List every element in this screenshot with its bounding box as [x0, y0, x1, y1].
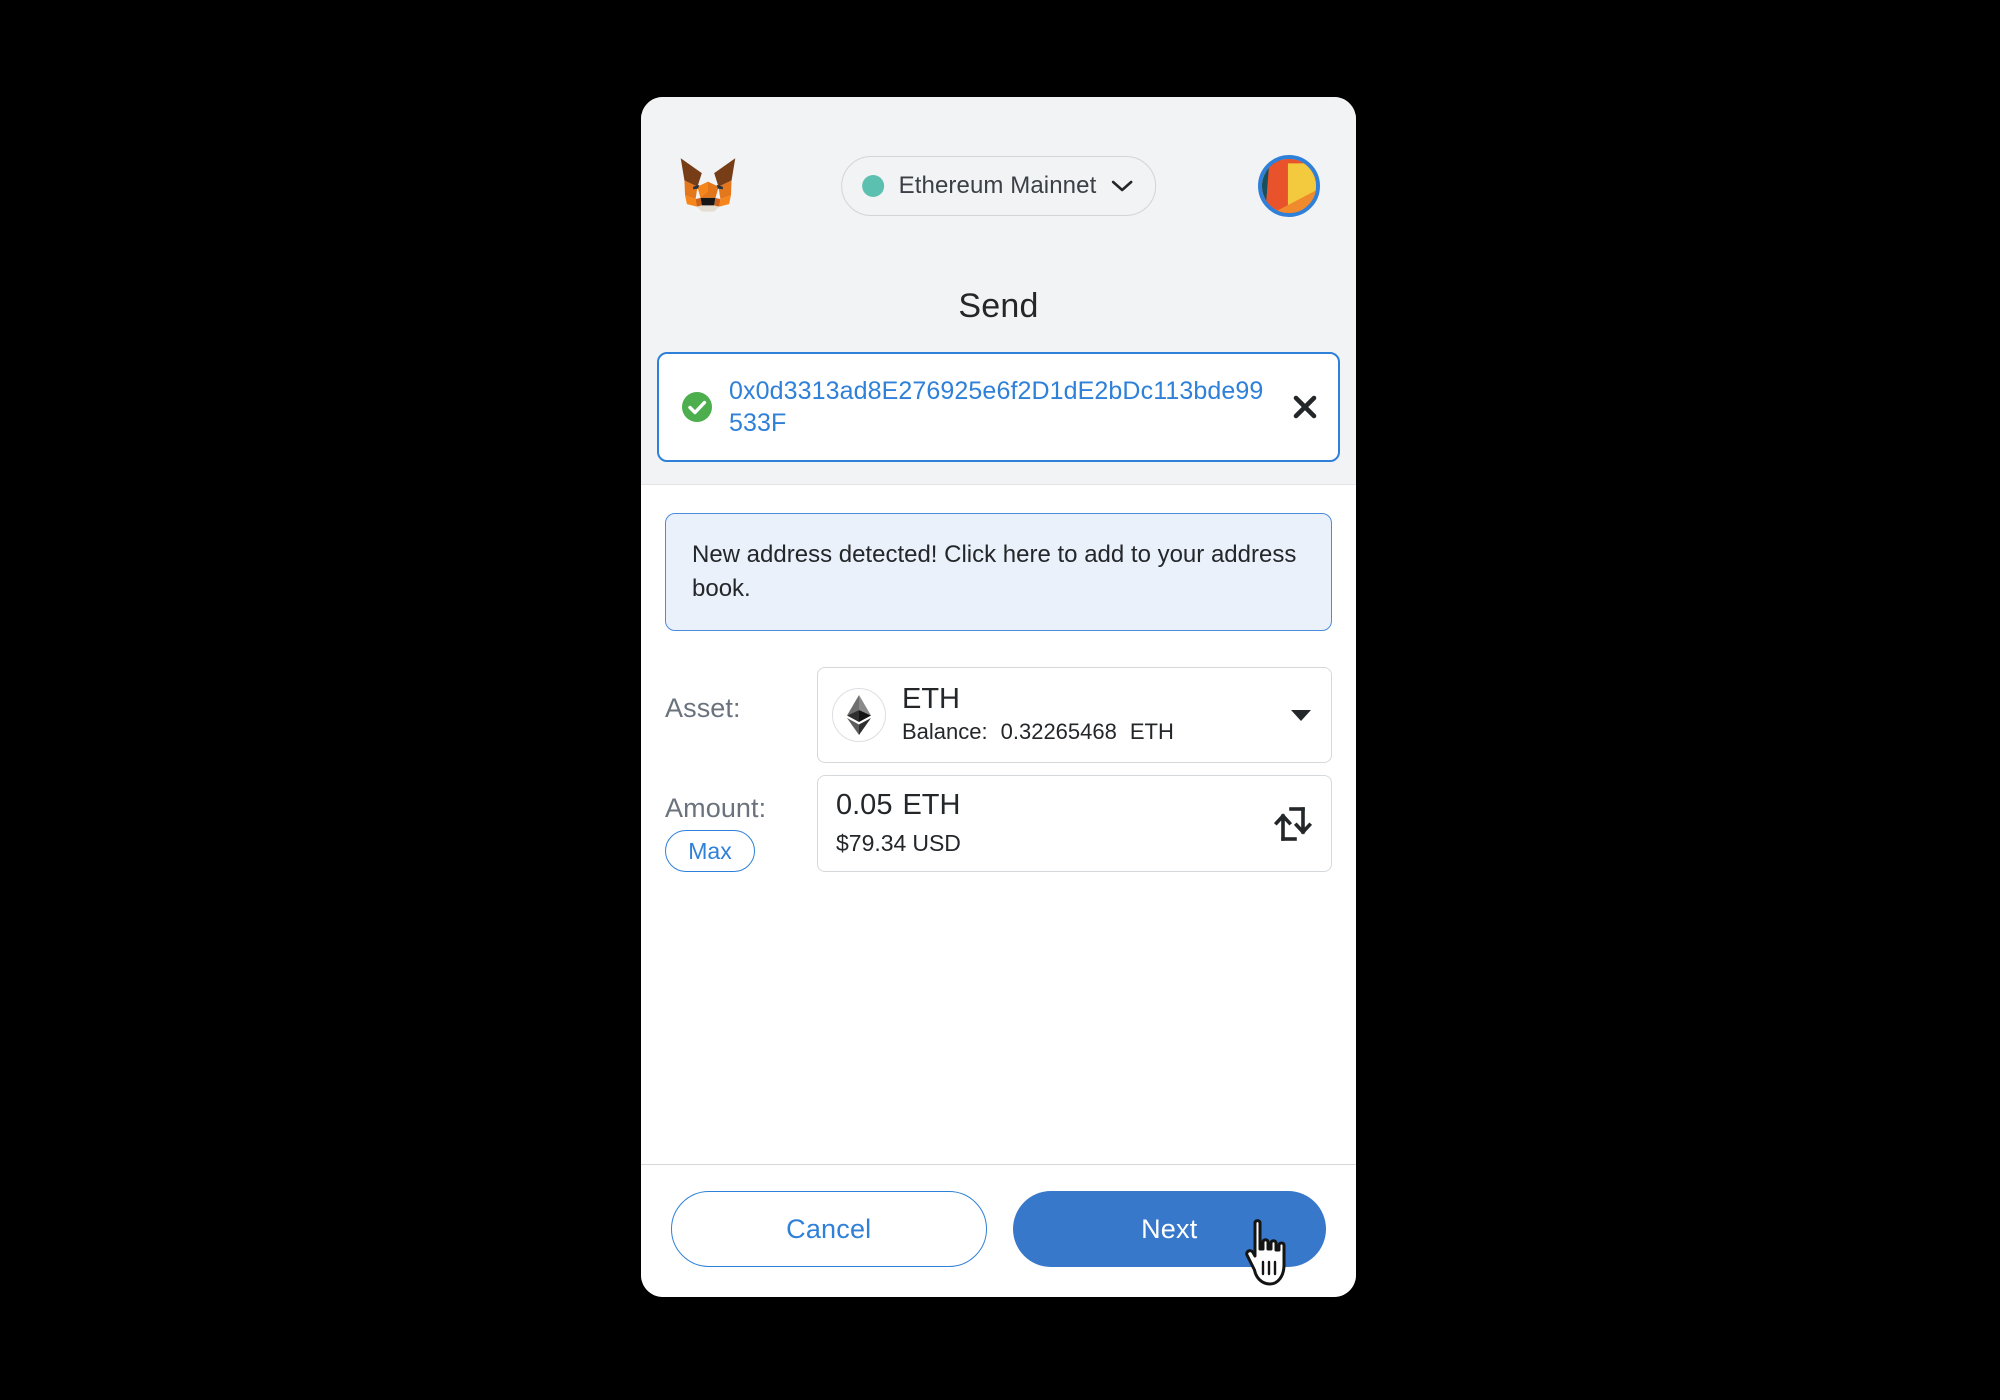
asset-label: Asset:	[665, 693, 741, 724]
amount-secondary-value: $79.34	[836, 829, 907, 856]
swap-currency-icon[interactable]	[1273, 806, 1313, 842]
max-amount-button[interactable]: Max	[665, 830, 755, 873]
amount-primary-unit: ETH	[902, 789, 961, 822]
send-title-section: Send 0x0d3313ad8E276925e6f2D1dE2bDc113bd…	[641, 275, 1356, 485]
green-check-circle-icon	[681, 391, 713, 423]
asset-row: Asset: ETH Balance: 0.32265468 ETH	[665, 667, 1332, 764]
page-title: Send	[958, 287, 1039, 325]
amount-row: Amount: Max 0.05 ETH $79.34 USD	[665, 775, 1332, 873]
network-name-label: Ethereum Mainnet	[898, 172, 1097, 199]
network-selector[interactable]: Ethereum Mainnet	[840, 156, 1157, 216]
asset-balance-label: Balance:	[902, 719, 988, 745]
amount-secondary-unit: USD	[912, 829, 961, 856]
metamask-popup-window: Ethereum Mainnet Send 0x0d3313ad8E276925…	[641, 97, 1356, 1297]
asset-balance-unit: ETH	[1129, 719, 1174, 745]
network-status-dot	[861, 175, 884, 197]
amount-input-box[interactable]: 0.05 ETH $79.34 USD	[817, 775, 1332, 872]
metamask-fox-icon	[677, 157, 739, 215]
app-header: Ethereum Mainnet	[641, 97, 1356, 275]
close-x-icon[interactable]	[1290, 392, 1320, 422]
recipient-address-value: 0x0d3313ad8E276925e6f2D1dE2bDc113bde9953…	[729, 377, 1264, 437]
asset-symbol: ETH	[902, 683, 960, 716]
asset-balance-value: 0.32265468	[1000, 719, 1117, 745]
new-address-notice[interactable]: New address detected! Click here to add …	[665, 513, 1332, 632]
ethereum-diamond-icon	[832, 688, 886, 743]
recipient-address-field[interactable]: 0x0d3313ad8E276925e6f2D1dE2bDc113bde9953…	[657, 352, 1340, 462]
amount-label: Amount:	[665, 793, 767, 824]
screen-background: Ethereum Mainnet Send 0x0d3313ad8E276925…	[0, 0, 2000, 1400]
caret-down-solid-icon	[1289, 707, 1313, 723]
chevron-down-icon	[1111, 179, 1133, 193]
next-button[interactable]: Next	[1012, 1191, 1326, 1267]
account-avatar[interactable]	[1258, 155, 1320, 217]
amount-primary-value: 0.05	[836, 789, 893, 822]
account-jazzicon-avatar	[1262, 159, 1316, 213]
cancel-button[interactable]: Cancel	[671, 1191, 987, 1267]
send-form-body: New address detected! Click here to add …	[641, 485, 1356, 1164]
asset-selector[interactable]: ETH Balance: 0.32265468 ETH	[817, 667, 1332, 764]
action-footer: Cancel Next	[641, 1164, 1356, 1297]
